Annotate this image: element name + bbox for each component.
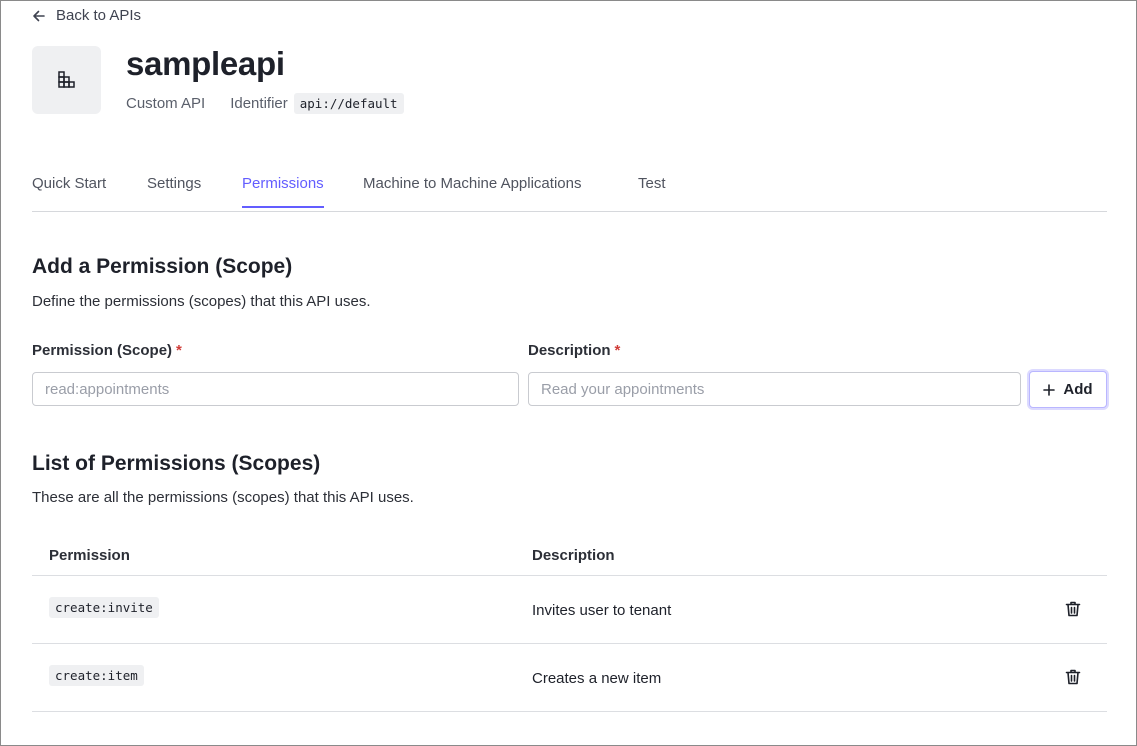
- add-permission-button[interactable]: Add: [1029, 371, 1107, 408]
- list-permissions-heading: List of Permissions (Scopes): [32, 452, 321, 475]
- app-window: Back to APIs sampleapi Custom API Identi…: [0, 0, 1137, 746]
- api-type: Custom API: [126, 95, 206, 112]
- trash-icon[interactable]: [1064, 668, 1082, 686]
- api-grid-icon: [57, 71, 75, 88]
- permission-scope-code: create:item: [49, 665, 144, 686]
- column-header-permission: Permission: [49, 547, 130, 564]
- add-permission-description: Define the permissions (scopes) that thi…: [32, 293, 371, 310]
- tab-permissions[interactable]: Permissions: [242, 175, 324, 208]
- required-marker: *: [614, 342, 621, 359]
- back-link-label: Back to APIs: [56, 7, 142, 24]
- column-header-description: Description: [532, 547, 615, 564]
- scope-input[interactable]: [32, 372, 519, 406]
- description-input[interactable]: [528, 372, 1021, 406]
- list-permissions-description: These are all the permissions (scopes) t…: [32, 489, 414, 506]
- scope-field-label: Permission (Scope) *: [32, 342, 182, 359]
- permission-description: Invites user to tenant: [532, 602, 672, 619]
- table-divider: [32, 643, 1107, 644]
- arrow-left-icon: [33, 10, 45, 21]
- tab-quick-start[interactable]: Quick Start: [32, 175, 106, 206]
- back-to-apis-link[interactable]: Back to APIs: [32, 7, 141, 24]
- description-label-text: Description: [528, 342, 611, 359]
- trash-icon[interactable]: [1064, 600, 1082, 618]
- scope-label-text: Permission (Scope): [32, 342, 173, 359]
- api-name: sampleapi: [126, 45, 285, 82]
- add-permission-heading: Add a Permission (Scope): [32, 255, 293, 278]
- tab-settings[interactable]: Settings: [147, 175, 201, 206]
- api-icon-tile: [32, 46, 101, 114]
- required-marker: *: [176, 342, 182, 359]
- permission-scope-code: create:invite: [49, 597, 159, 618]
- table-row: create:invite: [49, 597, 159, 618]
- table-divider: [32, 575, 1107, 576]
- plus-icon: [1043, 383, 1056, 396]
- tab-machine-to-machine[interactable]: Machine to Machine Applications: [363, 175, 581, 206]
- tab-test[interactable]: Test: [638, 175, 666, 206]
- add-button-label: Add: [1063, 381, 1093, 398]
- table-divider: [32, 711, 1107, 712]
- api-meta: Custom API Identifier api://default: [126, 93, 404, 114]
- description-field-label: Description *: [528, 342, 620, 359]
- identifier-value: api://default: [293, 93, 404, 114]
- identifier-label: Identifier: [230, 95, 288, 112]
- tab-bar: Quick Start Settings Permissions Machine…: [32, 166, 1107, 212]
- table-row: create:item: [49, 665, 144, 686]
- permission-description: Creates a new item: [532, 670, 662, 687]
